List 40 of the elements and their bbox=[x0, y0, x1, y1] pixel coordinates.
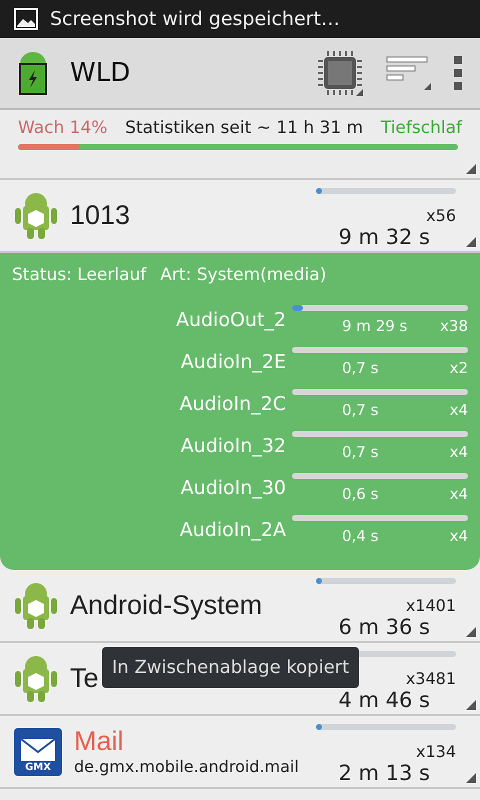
app-name: Mail bbox=[74, 724, 124, 758]
deep-sleep-label: Tiefschlaf bbox=[380, 118, 462, 138]
duration: 4 m 46 s bbox=[338, 688, 430, 712]
wakeup-count: x56 bbox=[426, 206, 456, 225]
wakelock-name: AudioIn_2C bbox=[178, 392, 286, 415]
type-text: Art: System(media) bbox=[160, 265, 326, 285]
wakelock-count: x4 bbox=[450, 485, 468, 503]
wakelock-name: AudioIn_32 bbox=[180, 434, 286, 457]
wakelock-duration: 0,7 s bbox=[342, 359, 378, 377]
app-name: Android-System bbox=[70, 589, 262, 622]
wakelock-duration: 0,4 s bbox=[342, 527, 378, 545]
wakelock-name: AudioIn_30 bbox=[180, 476, 286, 499]
wakeup-count: x1401 bbox=[406, 596, 456, 615]
statistics-since: Statistiken seit ~ 11 h 31 m bbox=[125, 118, 364, 138]
wakeup-count: x3481 bbox=[406, 669, 456, 688]
wakelock-count: x4 bbox=[450, 527, 468, 545]
wakelock-count: x4 bbox=[450, 401, 468, 419]
duration: 2 m 13 s bbox=[338, 761, 430, 785]
wakeup-count: x134 bbox=[416, 742, 456, 761]
wakelock-name: AudioIn_2E bbox=[180, 350, 286, 373]
duration: 6 m 36 s bbox=[338, 615, 430, 639]
app-name: 1013 bbox=[70, 199, 130, 232]
status-text: Status: Leerlauf bbox=[12, 265, 146, 285]
package-name: de.gmx.mobile.android.mail bbox=[74, 757, 299, 778]
copied-toast: In Zwischenablage kopiert bbox=[102, 647, 360, 688]
wakelock-duration: 0,7 s bbox=[342, 401, 378, 419]
wakelock-name: AudioIn_2A bbox=[178, 518, 286, 541]
gmx-label: GMX bbox=[25, 762, 51, 772]
wakelock-duration: 0,6 s bbox=[342, 485, 378, 503]
awake-percentage: Wach 14% bbox=[18, 118, 108, 138]
wakelock-count: x4 bbox=[450, 443, 468, 461]
wakelock-duration: 0,7 s bbox=[342, 443, 378, 461]
wakelock-count: x38 bbox=[440, 317, 468, 335]
duration: 9 m 32 s bbox=[338, 225, 430, 249]
wakelock-name: AudioOut_2 bbox=[174, 308, 286, 331]
notification-text: Screenshot wird gespeichert… bbox=[50, 8, 340, 30]
wakelock-duration: 9 m 29 s bbox=[342, 317, 408, 335]
wakelock-count: x2 bbox=[450, 359, 468, 377]
app-name: Te bbox=[70, 662, 99, 695]
app-title: WLD bbox=[70, 58, 132, 88]
